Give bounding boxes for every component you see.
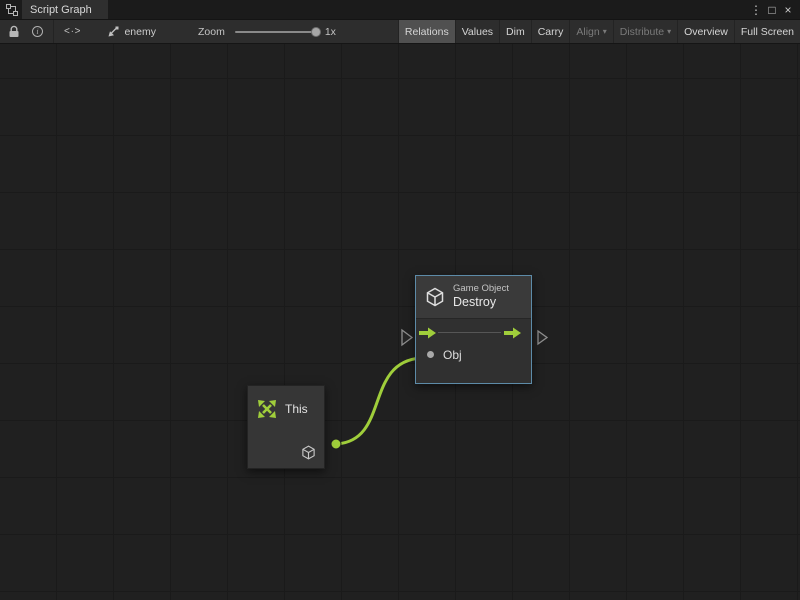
flow-output-arrow-icon[interactable]: [504, 327, 522, 339]
zoom-slider[interactable]: [235, 31, 317, 33]
toolbar-divider: [53, 20, 54, 43]
zoom-slider-handle[interactable]: [311, 27, 321, 37]
relations-button[interactable]: Relations: [398, 20, 455, 43]
align-label: Align: [576, 26, 599, 38]
destroy-node[interactable]: Game Object Destroy Obj: [415, 275, 532, 384]
connection-wire[interactable]: [337, 358, 421, 444]
carry-button[interactable]: Carry: [531, 20, 570, 43]
destroy-node-category: Game Object: [453, 283, 509, 295]
chevron-down-icon: ▾: [667, 28, 671, 36]
destroy-obj-row: Obj: [416, 347, 531, 362]
chevron-down-icon: ▾: [603, 28, 607, 36]
code-view-icon[interactable]: <∙>: [64, 26, 81, 37]
graph-pointer-icon: [107, 26, 119, 38]
distribute-button: Distribute ▾: [613, 20, 677, 43]
full-screen-button[interactable]: Full Screen: [734, 20, 800, 43]
zoom-label: Zoom: [198, 26, 225, 38]
dim-button[interactable]: Dim: [499, 20, 531, 43]
destroy-flow-row: [416, 319, 531, 347]
distribute-label: Distribute: [620, 26, 664, 38]
align-button: Align ▾: [569, 20, 612, 43]
destroy-control-input-port[interactable]: [402, 330, 412, 345]
graph-canvas[interactable]: This Game Object Destroy: [0, 44, 800, 600]
tab-title: Script Graph: [30, 4, 92, 16]
flow-input-arrow-icon[interactable]: [419, 327, 437, 339]
this-move-icon: [257, 399, 277, 419]
graph-breadcrumb[interactable]: enemy: [107, 26, 156, 38]
toolbar-buttons: Relations Values Dim Carry Align ▾ Distr…: [398, 20, 800, 43]
kebab-menu-icon[interactable]: ⋮: [748, 3, 764, 17]
overview-button[interactable]: Overview: [677, 20, 734, 43]
close-icon[interactable]: ×: [780, 3, 796, 17]
zoom-value: 1x: [325, 26, 336, 38]
lock-icon[interactable]: [8, 25, 20, 38]
flow-relation-line: [438, 332, 501, 333]
title-bar: Script Graph ⋮ □ ×: [0, 0, 800, 20]
obj-port-label: Obj: [443, 348, 462, 362]
game-object-cube-icon: [425, 287, 445, 307]
connections-layer: [0, 44, 800, 600]
graph-name-label: enemy: [124, 26, 156, 38]
destroy-node-header: Game Object Destroy: [416, 276, 531, 319]
destroy-control-output-port[interactable]: [538, 331, 547, 344]
this-node-title: This: [285, 402, 308, 416]
obj-input-port[interactable]: [427, 351, 434, 358]
this-output-port[interactable]: [331, 439, 341, 449]
this-node[interactable]: This: [247, 385, 325, 469]
values-button[interactable]: Values: [455, 20, 499, 43]
info-icon[interactable]: i: [32, 26, 43, 37]
graph-toolbar: i <∙> enemy Zoom 1x Relations Values Dim…: [0, 20, 800, 44]
maximize-icon[interactable]: □: [764, 3, 780, 17]
tab-script-graph[interactable]: Script Graph: [22, 0, 108, 19]
script-graph-icon: [0, 0, 22, 19]
destroy-node-title: Destroy: [453, 295, 509, 311]
game-object-cube-icon: [301, 445, 316, 460]
